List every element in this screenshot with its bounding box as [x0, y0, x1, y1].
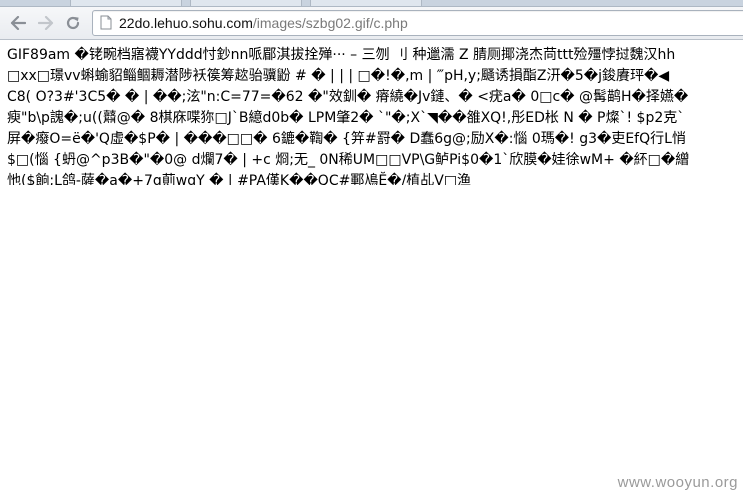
watermark: www.wooyun.org: [617, 474, 738, 491]
page-content: GIF89am �铑畹档寤襪YYddd忖鈔nn哌郿淇拔拴殚··· – 三刎 刂 …: [7, 45, 743, 185]
address-bar[interactable]: 22do.lehuo.sohu.com/images/szbg02.gif/c.…: [92, 10, 743, 36]
url-text: 22do.lehuo.sohu.com/images/szbg02.gif/c.…: [119, 14, 408, 32]
binary-text-line: C8( O?3#'3C5� � | ��;泫"n:C=77=�62 �"效釧� …: [7, 89, 689, 105]
browser-tab[interactable]: [190, 0, 302, 6]
browser-toolbar: 22do.lehuo.sohu.com/images/szbg02.gif/c.…: [0, 7, 743, 40]
browser-tab[interactable]: [70, 0, 182, 6]
back-arrow-icon[interactable]: [6, 11, 30, 35]
binary-text-line: $□(惱 {蚒@^p3B�"�0@ d爛7� | +c 烱;无_ 0N稀UM□□…: [7, 152, 690, 168]
url-host: 22do.lehuo.sohu.com: [119, 15, 253, 31]
browser-tab[interactable]: [310, 0, 422, 6]
reload-icon[interactable]: [61, 11, 85, 35]
binary-text-line: 瘐"b\p謉�;u((鼘@� 8棋庥喋狝□J`B繶d0b� LPM肇2� `"�…: [7, 110, 685, 126]
url-path: /images/szbg02.gif/c.php: [252, 15, 408, 31]
page-icon: [100, 15, 112, 30]
binary-text-line: 忚($餉;L鸽-薩�a�+7q萴wqY � | #PA傼K��QC#鄆鳰Ӗ�/植…: [7, 173, 472, 185]
tab-strip: [0, 0, 743, 7]
binary-text-line: GIF89am �铑畹档寤襪YYddd忖鈔nn哌郿淇拔拴殚··· – 三刎 刂 …: [7, 47, 676, 63]
binary-text-line: □xx□璟vv蝌蝓貂鲻鲴耨潜陟袄篌筹趑骀骥鼢 # � | | | □�!�,m …: [7, 68, 670, 84]
forward-arrow-icon[interactable]: [34, 11, 58, 35]
binary-text-line: 屏�癈O=ë�'Q虛�$P� | ���□□� 6鏕�鞫� {笄#罸� D蠢6g…: [7, 131, 686, 147]
